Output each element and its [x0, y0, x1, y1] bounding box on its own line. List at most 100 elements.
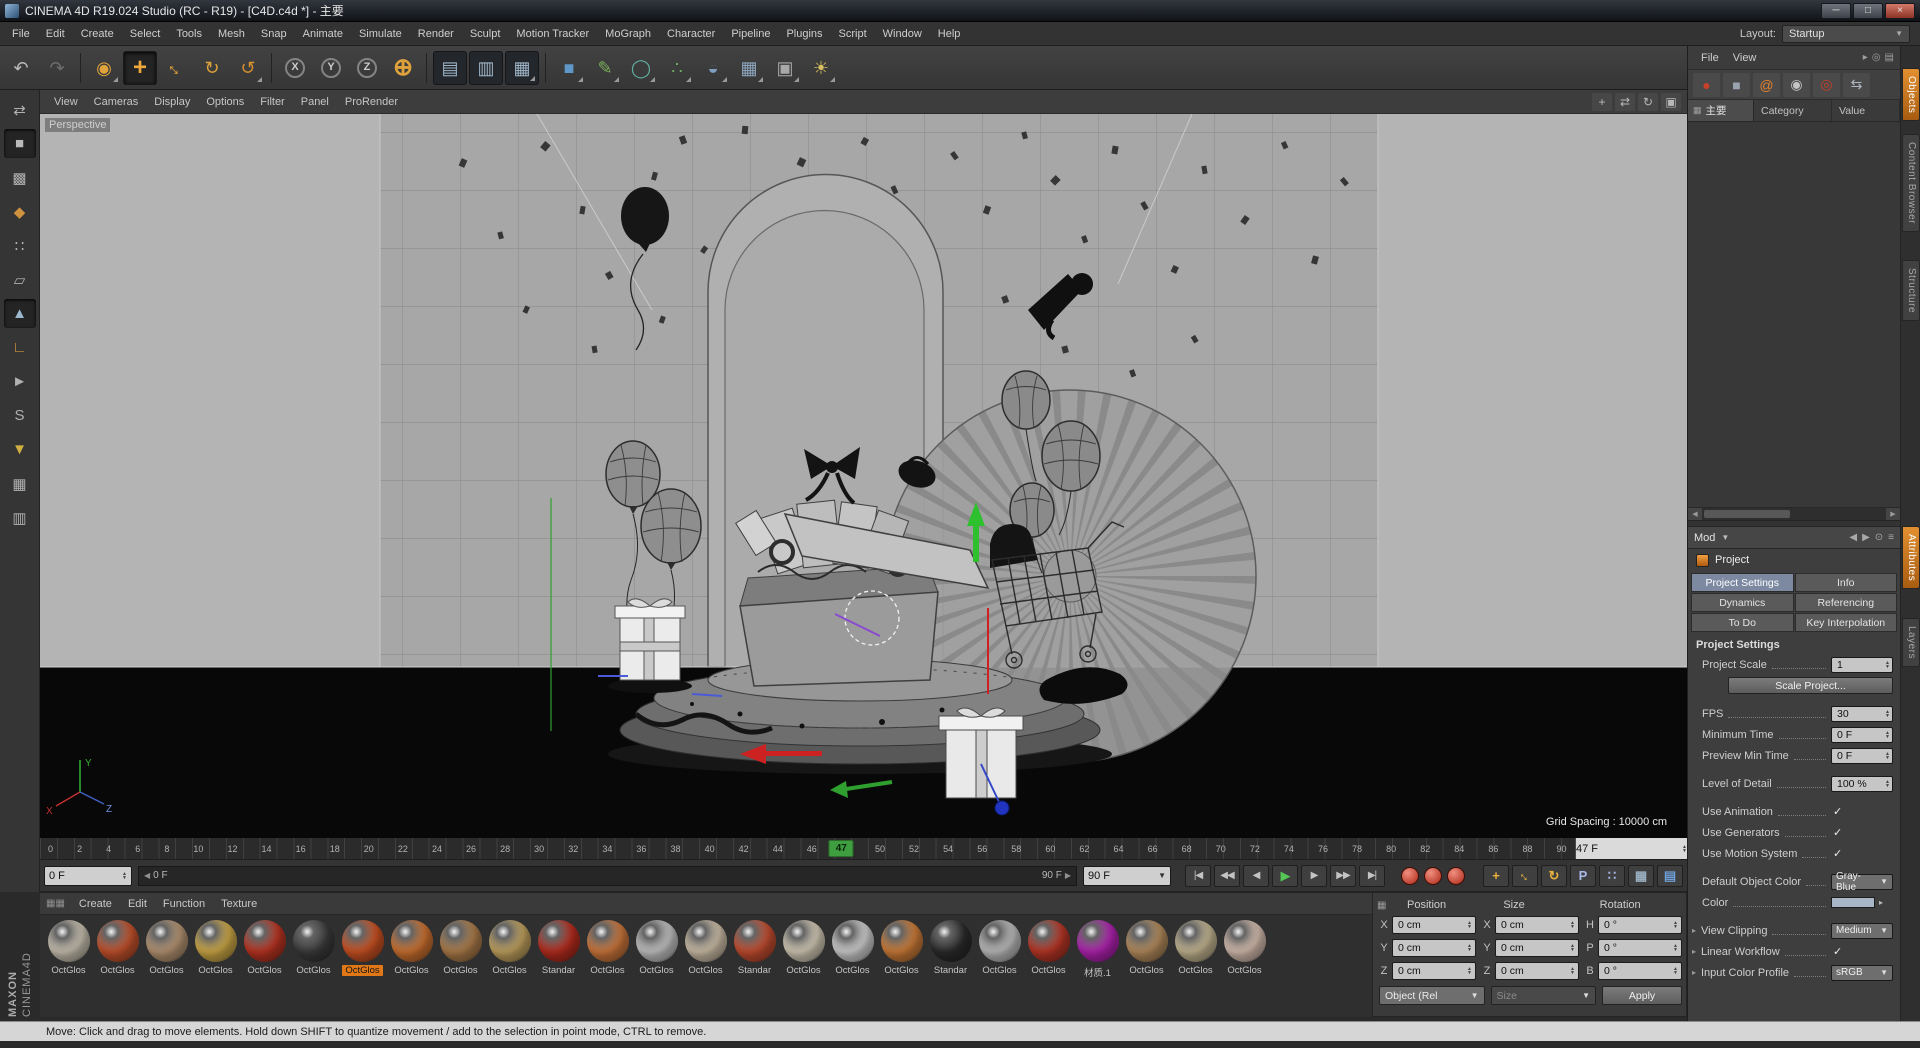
- coordinate-input[interactable]: 0 ° ▲ ▼: [1598, 938, 1682, 957]
- stepper-arrows-icon[interactable]: ▲ ▼: [1885, 751, 1890, 760]
- texture-mode-button[interactable]: ▩: [4, 163, 36, 192]
- snap-toggle-button[interactable]: ▦: [4, 469, 36, 498]
- stepper-arrows-icon[interactable]: ▲ ▼: [1570, 966, 1575, 975]
- timeline-ruler[interactable]: 47 0 2 4 6 8 10 12 14 16 18 20 22 24 26 28 30 32 34 36 38 40…: [40, 838, 1687, 860]
- autokeying-button[interactable]: [1424, 866, 1442, 885]
- menu-item[interactable]: Window: [875, 22, 930, 46]
- undo-button[interactable]: ↶: [4, 51, 38, 85]
- object-mode-select[interactable]: Object (Rel ▼: [1379, 986, 1485, 1005]
- preview-range-end-marker[interactable]: 90 F ▶: [1042, 870, 1071, 881]
- viewport-menu-item[interactable]: Cameras: [86, 96, 147, 108]
- tab-project-settings[interactable]: Project Settings: [1691, 573, 1794, 592]
- scroll-left-icon[interactable]: ◀: [1688, 508, 1702, 520]
- add-environment-button[interactable]: ▦: [732, 51, 766, 85]
- material-item[interactable]: 材质.1: [1073, 920, 1122, 979]
- coordinate-system-toggle[interactable]: ⊕: [386, 51, 420, 85]
- material-item[interactable]: OctGlos: [436, 920, 485, 979]
- material-item[interactable]: OctGlos: [289, 920, 338, 979]
- attr-lock-icon[interactable]: ⊙: [1875, 532, 1883, 543]
- attribute-mode-select[interactable]: Mod: [1694, 532, 1715, 544]
- range-start-field[interactable]: 0 F ▲ ▼: [44, 865, 132, 886]
- menu-item[interactable]: Animate: [295, 22, 351, 46]
- open-timeline-button[interactable]: ▤: [1657, 864, 1683, 887]
- material-item[interactable]: OctGlos: [387, 920, 436, 979]
- tab-attributes[interactable]: Attributes: [1902, 526, 1920, 590]
- key-pla-toggle[interactable]: ∷: [1599, 864, 1625, 887]
- minimize-button[interactable]: ─: [1821, 2, 1851, 19]
- material-item[interactable]: OctGlos: [338, 920, 387, 979]
- material-item[interactable]: OctGlos: [632, 920, 681, 979]
- material-item[interactable]: OctGlos: [44, 920, 93, 979]
- prev-frame-button[interactable]: ◀: [1243, 864, 1269, 887]
- stepper-arrows-icon[interactable]: ▲ ▼: [1673, 943, 1678, 952]
- paint-setup-button[interactable]: ▼: [4, 435, 36, 464]
- material-item[interactable]: OctGlos: [1122, 920, 1171, 979]
- field-value-input[interactable]: 30 ▲ ▼: [1831, 705, 1893, 722]
- coordinate-input[interactable]: 0 cm ▲ ▼: [1392, 961, 1476, 980]
- menu-item[interactable]: Tools: [168, 22, 210, 46]
- field-value-input[interactable]: 0 F ▲ ▼: [1831, 747, 1893, 764]
- make-editable-button[interactable]: ⇄: [4, 95, 36, 124]
- om-spiral-icon[interactable]: @: [1753, 72, 1780, 97]
- stepper-arrows-icon[interactable]: ▲ ▼: [1467, 966, 1472, 975]
- stepper-arrows-icon[interactable]: ▲ ▼: [1885, 779, 1890, 788]
- add-mograph-button[interactable]: ∴: [660, 51, 694, 85]
- material-item[interactable]: OctGlos: [142, 920, 191, 979]
- coordinate-input[interactable]: 0 cm ▲ ▼: [1392, 938, 1476, 957]
- render-settings-button[interactable]: ▦: [505, 50, 539, 85]
- stepper-arrows-icon[interactable]: ▲ ▼: [1673, 966, 1678, 975]
- object-manager-tab[interactable]: ▦ 主要: [1688, 100, 1754, 121]
- field-dropdown[interactable]: Medium ▼: [1831, 922, 1893, 939]
- material-item[interactable]: OctGlos: [681, 920, 730, 979]
- axis-mode-button[interactable]: ∟: [4, 333, 36, 362]
- add-primitive-button[interactable]: ■: [552, 51, 586, 85]
- add-light-button[interactable]: ☀: [804, 51, 838, 85]
- coordinate-input[interactable]: 0 ° ▲ ▼: [1598, 915, 1682, 934]
- coordinate-input[interactable]: 0 cm ▲ ▼: [1495, 961, 1579, 980]
- material-item[interactable]: OctGlos: [485, 920, 534, 979]
- play-button[interactable]: ▶: [1272, 864, 1298, 887]
- field-color-control[interactable]: ▸: [1831, 897, 1893, 908]
- keyframe-selection-toggle[interactable]: ▦: [1628, 864, 1654, 887]
- material-item[interactable]: OctGlos: [583, 920, 632, 979]
- horizontal-scrollbar[interactable]: ◀ ▶: [1688, 508, 1900, 521]
- workplane-mode-button[interactable]: ◆: [4, 197, 36, 226]
- add-camera-button[interactable]: ▣: [768, 51, 802, 85]
- tab-objects[interactable]: Objects: [1902, 68, 1920, 122]
- tab-referencing[interactable]: Referencing: [1794, 593, 1897, 612]
- om-material-icon[interactable]: ●: [1693, 72, 1720, 97]
- material-item[interactable]: OctGlos: [1171, 920, 1220, 979]
- tab-key-interpolation[interactable]: Key Interpolation: [1794, 613, 1897, 632]
- key-scale-toggle[interactable]: ↔: [1512, 864, 1538, 887]
- om-cluster-icon[interactable]: ◎: [1813, 72, 1840, 97]
- expand-arrow-icon[interactable]: ▸: [1692, 968, 1701, 977]
- om-spheres-icon[interactable]: ◉: [1783, 72, 1810, 97]
- layout-select[interactable]: Startup ▼: [1782, 24, 1910, 43]
- om-cube-icon[interactable]: ■: [1723, 72, 1750, 97]
- viewport-menu-item[interactable]: Panel: [293, 96, 337, 108]
- preview-range-track[interactable]: ◀ 0 F 90 F ▶: [138, 865, 1077, 886]
- rotate-tool[interactable]: ↻: [195, 51, 229, 85]
- apply-button[interactable]: Apply: [1602, 986, 1682, 1005]
- soft-selection-button[interactable]: S: [4, 401, 36, 430]
- goto-end-button[interactable]: ▶|: [1359, 864, 1385, 887]
- next-key-button[interactable]: ▶▶: [1330, 864, 1356, 887]
- field-value-input[interactable]: 0 F ▲ ▼: [1831, 726, 1893, 743]
- material-item[interactable]: OctGlos: [779, 920, 828, 979]
- material-menu-item[interactable]: Create: [71, 898, 120, 910]
- tab-content-browser[interactable]: Content Browser: [1902, 134, 1920, 232]
- stepper-arrows-icon[interactable]: ▲ ▼: [1570, 943, 1575, 952]
- menu-item[interactable]: MoGraph: [597, 22, 659, 46]
- menu-item[interactable]: Character: [659, 22, 723, 46]
- menu-item[interactable]: Select: [122, 22, 169, 46]
- viewport-menu-item[interactable]: Filter: [252, 96, 292, 108]
- render-view-button[interactable]: ▤: [433, 50, 467, 85]
- viewport-menu-item[interactable]: View: [46, 96, 86, 108]
- key-position-toggle[interactable]: +: [1483, 864, 1509, 887]
- zoom-view-button[interactable]: ⇄: [1615, 92, 1635, 111]
- toggle-panels-button[interactable]: ▣: [1661, 92, 1681, 111]
- tab-structure[interactable]: Structure: [1902, 260, 1920, 322]
- add-generator-button[interactable]: ◯: [624, 51, 658, 85]
- field-checkbox[interactable]: ✓: [1831, 826, 1893, 839]
- pan-view-button[interactable]: +: [1592, 92, 1612, 111]
